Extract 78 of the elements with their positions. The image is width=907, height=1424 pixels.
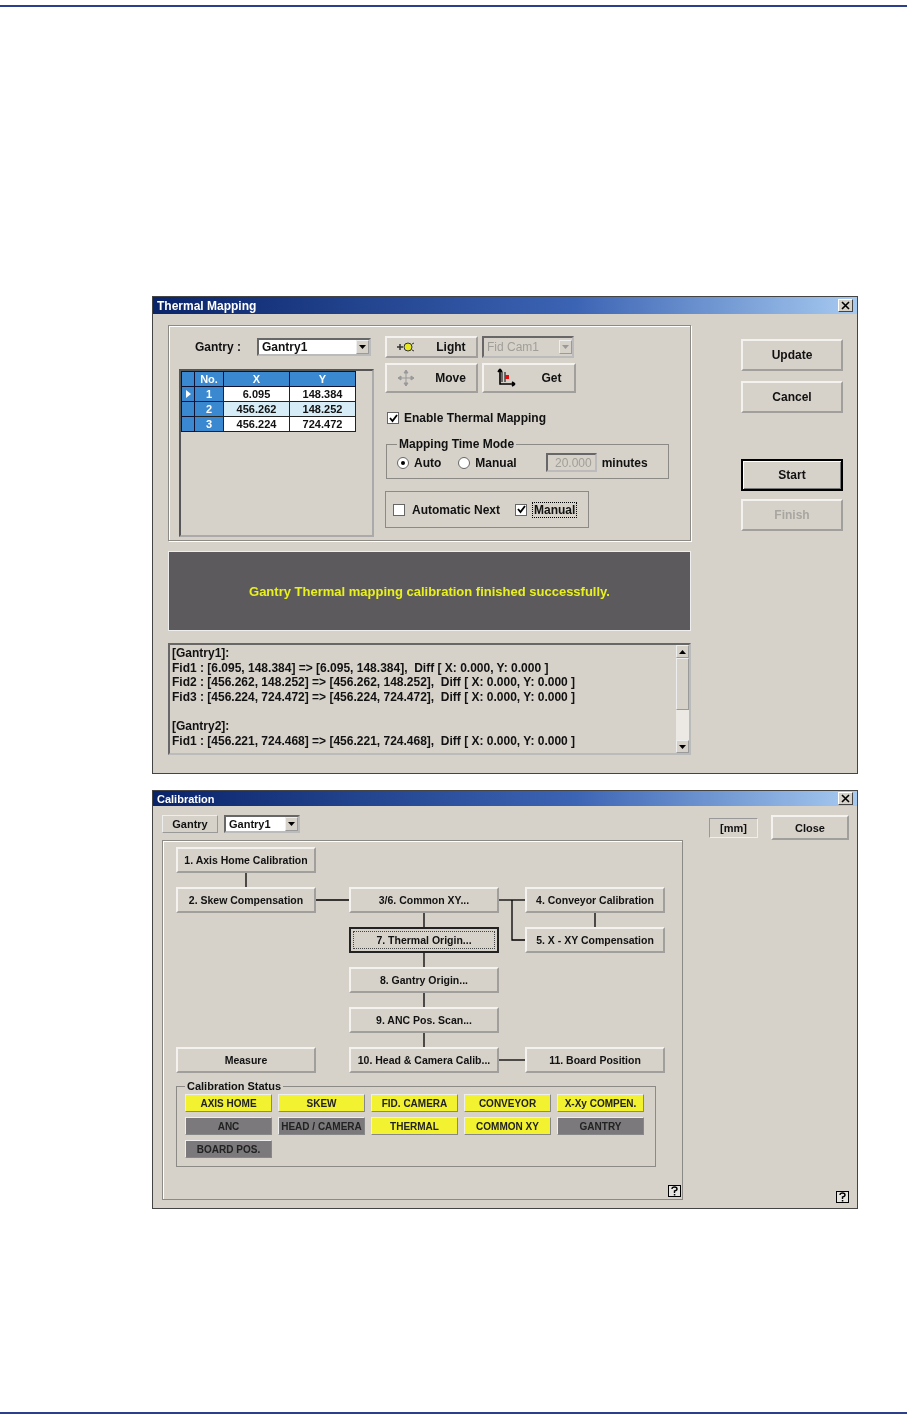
window-title: Calibration — [157, 792, 215, 805]
move-arrows-icon — [397, 369, 416, 387]
log-line: Fid1 : [456.221, 724.468] => [456.221, 724.468], Diff [ X: 0.000, Y: 0.000 ] — [172, 733, 576, 748]
status-indicator: THERMAL — [371, 1117, 458, 1135]
group-title: Mapping Time Mode — [398, 437, 516, 451]
connector-line — [423, 912, 425, 928]
scrollbar[interactable] — [676, 645, 689, 753]
status-indicator: COMMON XY — [464, 1117, 551, 1135]
checkbox[interactable] — [515, 503, 527, 516]
enable-thermal-mapping-label: Enable Thermal Mapping — [404, 411, 547, 425]
calibration-step-button[interactable]: 2. Skew Compensation — [176, 887, 316, 913]
dialog-button[interactable]: Update — [741, 339, 843, 371]
window-title: Thermal Mapping — [157, 298, 257, 313]
connector-line — [315, 899, 350, 901]
checkbox-label: Manual — [532, 501, 578, 518]
scroll-down-icon[interactable] — [676, 740, 689, 753]
calibration-step-button[interactable]: 3/6. Common XY... — [349, 887, 499, 913]
status-indicator: BOARD POS. — [185, 1140, 272, 1158]
help-icon[interactable] — [836, 1191, 849, 1203]
close-button[interactable]: Close — [771, 815, 849, 840]
axes-point-icon — [496, 368, 517, 388]
status-message: Gantry Thermal mapping calibration finished successfully. — [249, 583, 610, 599]
calibration-step-button[interactable]: 5. X - XY Compensation — [525, 927, 665, 953]
close-icon[interactable] — [838, 299, 853, 312]
light-bulb-icon — [397, 342, 416, 352]
connector-line — [423, 1032, 425, 1048]
dialog-button[interactable]: Start — [741, 459, 843, 491]
status-indicator: ANC — [185, 1117, 272, 1135]
light-button[interactable]: Light — [385, 336, 478, 358]
gantry-select[interactable]: Gantry1 — [257, 338, 371, 356]
calibration-step-button[interactable]: 8. Gantry Origin... — [349, 967, 499, 993]
calibration-step-button[interactable]: 1. Axis Home Calibration — [176, 847, 316, 873]
status-indicator: X-Xy COMPEN. — [557, 1094, 644, 1112]
calibration-step-button[interactable]: 10. Head & Camera Calib... — [349, 1047, 499, 1073]
radio-button[interactable] — [458, 456, 471, 469]
unit-label: minutes — [601, 455, 648, 470]
connector-line — [423, 992, 425, 1008]
log-line: Fid2 : [456.262, 148.252] => [456.262, 148.252], Diff [ X: 0.000, Y: 0.000 ] — [172, 675, 576, 690]
radio-button[interactable] — [397, 456, 409, 469]
status-indicator: SKEW — [278, 1094, 365, 1112]
help-icon[interactable] — [668, 1185, 681, 1197]
radio-label: Manual — [475, 455, 517, 470]
scroll-thumb[interactable] — [676, 658, 689, 710]
group-title: Calibration Status — [186, 1080, 283, 1092]
unit-label: [mm] — [709, 817, 758, 838]
column-header: X — [223, 371, 290, 387]
connector-line — [594, 912, 596, 928]
checkbox[interactable] — [387, 412, 399, 424]
calibration-step-button[interactable]: 11. Board Position — [525, 1047, 665, 1073]
calibration-step-button[interactable]: Measure — [176, 1047, 316, 1073]
log-line: Fid1 : [6.095, 148.384] => [6.095, 148.384], Diff [ X: 0.000, Y: 0.000 ] — [172, 660, 549, 675]
status-indicator: CONVEYOR — [464, 1094, 551, 1112]
checkbox[interactable] — [393, 503, 405, 516]
status-indicator: GANTRY — [557, 1117, 644, 1135]
connector-line — [498, 1059, 526, 1061]
get-button[interactable]: Get — [482, 363, 576, 393]
gantry-select[interactable]: Gantry1 — [224, 815, 300, 833]
calibration-step-button[interactable]: 7. Thermal Origin... — [349, 927, 499, 953]
log-line: Fid3 : [456.224, 724.472] => [456.224, 724.472], Diff [ X: 0.000, Y: 0.000 ] — [172, 689, 576, 704]
column-header: No. — [194, 371, 224, 387]
status-indicator: AXIS HOME — [185, 1094, 272, 1112]
status-indicator: HEAD / CAMERA — [278, 1117, 365, 1135]
gantry-label: Gantry — [162, 815, 218, 833]
calibration-step-button[interactable]: 4. Conveyor Calibration — [525, 887, 665, 913]
move-button[interactable]: Move — [385, 363, 478, 393]
scroll-up-icon[interactable] — [676, 645, 689, 658]
connector-line — [245, 872, 247, 888]
radio-label: Auto — [414, 455, 442, 470]
column-header: Y — [289, 371, 356, 387]
gantry-label: Gantry : — [194, 340, 242, 354]
close-icon[interactable] — [838, 792, 853, 805]
status-indicator: FID. CAMERA — [371, 1094, 458, 1112]
connector-line — [423, 952, 425, 968]
dialog-button[interactable]: Cancel — [741, 381, 843, 413]
log-line: [Gantry2]: — [172, 718, 230, 733]
checkbox-label: Automatic Next — [411, 501, 501, 518]
calibration-step-button[interactable]: 9. ANC Pos. Scan... — [349, 1007, 499, 1033]
log-line: [Gantry1]: — [172, 646, 230, 660]
